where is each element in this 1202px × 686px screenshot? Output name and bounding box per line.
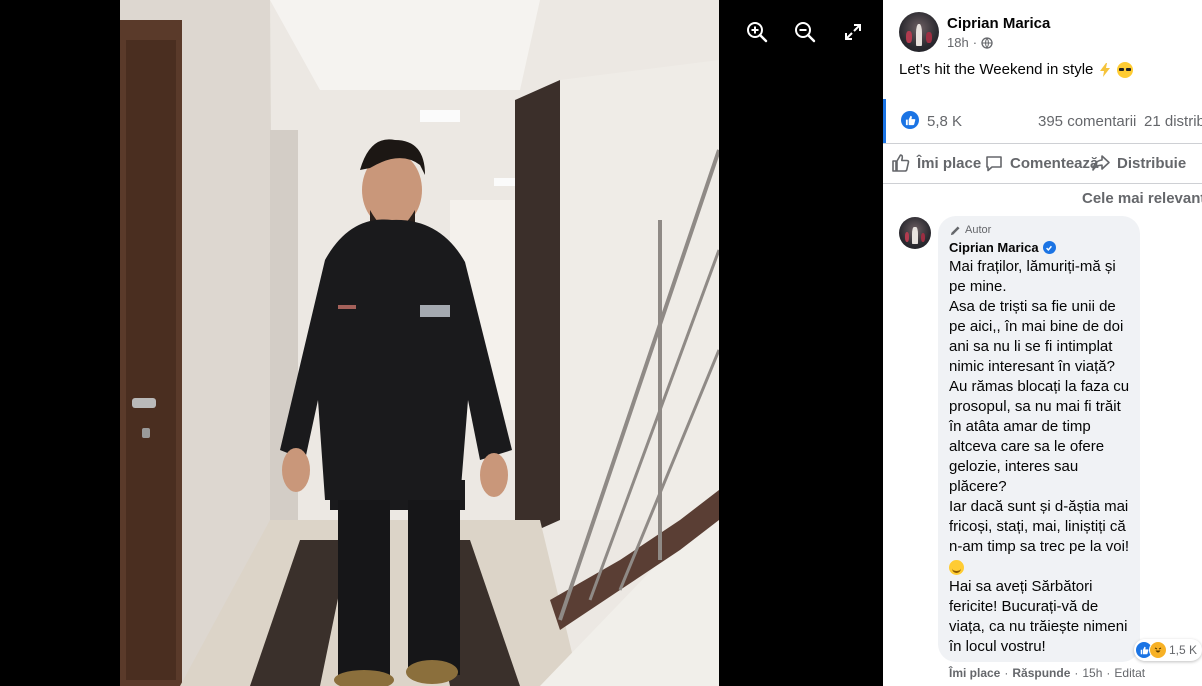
- expand-icon: [845, 24, 861, 40]
- like-button-label: Îmi place: [917, 154, 982, 172]
- photo-viewer: [0, 0, 883, 686]
- comment-edited-label[interactable]: Editat: [1114, 666, 1145, 680]
- like-button[interactable]: Îmi place: [891, 153, 981, 173]
- comment-reply-button[interactable]: Răspunde: [1012, 666, 1070, 680]
- post-panel: Ciprian Marica 18h · Let's hit the Weeke…: [883, 0, 1202, 686]
- comment-reaction-count: 1,5 K: [1169, 643, 1198, 657]
- comment-reactions[interactable]: 1,5 K: [1134, 639, 1202, 661]
- zoom-in-icon: [747, 22, 768, 43]
- share-button[interactable]: Distribuie: [1091, 153, 1186, 173]
- thumbs-up-icon: [905, 115, 915, 125]
- comment-button-label: Comentează: [1010, 154, 1099, 172]
- comment-text: Mai fraților, lămuriți-mă și pe mine. As…: [949, 257, 1135, 657]
- comments-sort-dropdown[interactable]: Cele mai relevante: [1082, 190, 1202, 207]
- globe-icon: [981, 36, 993, 49]
- zoom-in-button[interactable]: [743, 18, 771, 46]
- smiley-face-icon: [949, 559, 964, 575]
- post-photo[interactable]: [120, 0, 719, 686]
- separator-dot: ·: [1074, 666, 1079, 680]
- comment-time[interactable]: 15h: [1082, 666, 1102, 680]
- comments-count[interactable]: 395 comentarii: [1038, 113, 1136, 130]
- post-meta: 18h ·: [947, 35, 993, 50]
- thumbs-up-outline-icon: [892, 154, 910, 172]
- separator-dot: ·: [1106, 666, 1111, 680]
- comment-button[interactable]: Comentează: [984, 153, 1098, 173]
- lightning-icon: [1100, 62, 1111, 77]
- separator-dot: ·: [972, 35, 978, 50]
- zoom-out-icon: [795, 22, 816, 43]
- comment-author: Ciprian Marica: [949, 240, 1056, 255]
- divider: [883, 143, 1202, 144]
- photo-illustration: [120, 0, 719, 686]
- share-button-label: Distribuie: [1117, 154, 1187, 172]
- comment-actions: Îmi place · Răspunde · 15h · Editat: [949, 666, 1145, 680]
- commenter-avatar[interactable]: [899, 217, 931, 249]
- haha-reaction-icon: [1149, 641, 1167, 659]
- like-reaction-icon[interactable]: [901, 111, 919, 129]
- post-actions: Îmi place Comentează Distribuie: [883, 145, 1202, 183]
- verified-badge-icon: [1042, 241, 1056, 254]
- author-avatar[interactable]: [899, 12, 939, 52]
- post-author-name[interactable]: Ciprian Marica: [947, 15, 1050, 32]
- post-text-content: Let's hit the Weekend in style: [899, 61, 1094, 78]
- author-badge-label: Autor: [965, 224, 992, 236]
- comment-text-end: Hai sa aveți Sărbători fericite! Bucuraț…: [949, 578, 1132, 655]
- author-badge: Autor: [950, 224, 991, 236]
- post-time[interactable]: 18h: [947, 35, 969, 50]
- share-arrow-icon: [1092, 155, 1110, 171]
- fullscreen-button[interactable]: [839, 18, 867, 46]
- pencil-icon: [950, 225, 960, 235]
- shares-count[interactable]: 21 distrib: [1144, 113, 1202, 130]
- divider: [883, 183, 1202, 184]
- post-text: Let's hit the Weekend in style: [899, 61, 1134, 78]
- post-stats: 5,8 K 395 comentarii 21 distrib: [883, 99, 1202, 143]
- sunglasses-face-icon: [1117, 61, 1134, 78]
- reactions-count[interactable]: 5,8 K: [927, 113, 962, 130]
- stats-accent-bar: [883, 99, 886, 143]
- comment-author-name[interactable]: Ciprian Marica: [949, 240, 1039, 255]
- comment-like-button[interactable]: Îmi place: [949, 666, 1000, 680]
- comment-bubble-icon: [986, 156, 1002, 172]
- comment-bubble: Autor Ciprian Marica Mai fraților, lămur…: [938, 216, 1140, 662]
- zoom-out-button[interactable]: [791, 18, 819, 46]
- separator-dot: ·: [1004, 666, 1009, 680]
- comment-text-main: Mai fraților, lămuriți-mă și pe mine. As…: [949, 258, 1130, 555]
